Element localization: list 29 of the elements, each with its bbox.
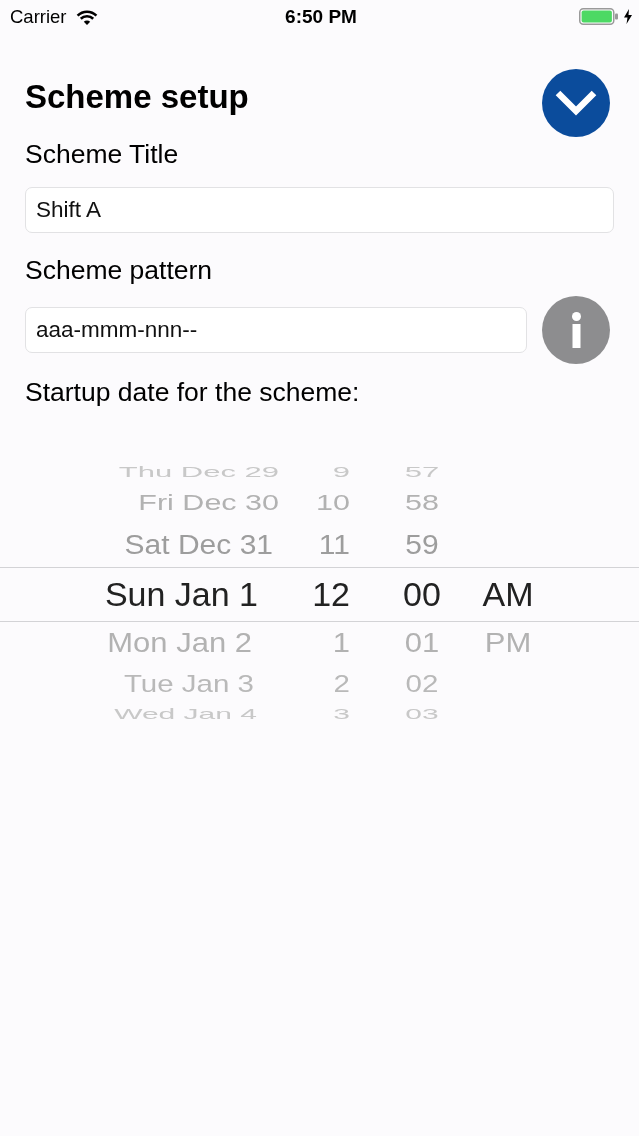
picker-item[interactable]: 02 [405, 671, 439, 697]
text-field[interactable]: Shift A [25, 187, 614, 233]
picker-item[interactable]: Mon Jan 2 [107, 628, 252, 659]
picker-item[interactable]: 1 [332, 628, 350, 659]
picker-item[interactable]: 2 [333, 671, 350, 697]
picker-item[interactable]: AM [482, 575, 534, 614]
picker-item[interactable]: 11 [318, 529, 350, 559]
picker-item[interactable]: Sat Dec 31 [124, 529, 273, 559]
picker-item[interactable]: 10 [316, 490, 350, 516]
field-label: Scheme pattern [25, 256, 214, 284]
picker-item[interactable]: Tue Jan 3 [123, 671, 254, 697]
battery-icon [579, 8, 618, 25]
page-title: Scheme setup [25, 79, 249, 115]
chevron-down-icon [555, 89, 597, 117]
picker-item[interactable]: 01 [404, 628, 440, 659]
info-icon [571, 312, 581, 348]
picker-item[interactable]: 58 [405, 490, 439, 516]
carrier-label: Carrier [10, 5, 67, 28]
picker-item[interactable]: PM [484, 628, 532, 659]
picker-item[interactable]: 00 [403, 575, 441, 614]
clock-time: 6:50 PM [285, 5, 357, 28]
text-field[interactable]: aaa-mmm-nnn-- [25, 307, 527, 353]
picker-item[interactable]: 59 [405, 529, 439, 559]
picker-item[interactable]: Sun Jan 1 [104, 575, 258, 614]
field-label: Scheme Title [25, 140, 180, 168]
wifi-icon [75, 8, 98, 25]
picker-item[interactable]: Fri Dec 30 [138, 490, 279, 516]
picker-label: Startup date for the scheme: [25, 378, 361, 406]
picker-item[interactable]: 12 [312, 575, 350, 614]
